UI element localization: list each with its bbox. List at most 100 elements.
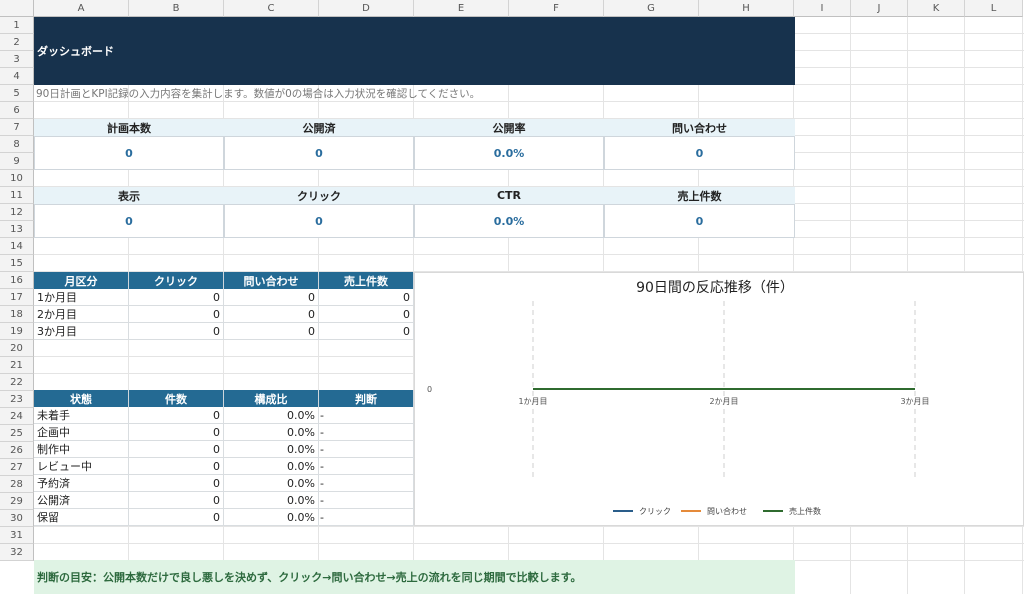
table-cell[interactable]: 0 <box>129 424 224 441</box>
row-header[interactable]: 24 <box>0 408 34 425</box>
column-header[interactable]: D <box>319 0 414 17</box>
kpi-value[interactable]: 0 <box>34 136 224 170</box>
row-header[interactable]: 19 <box>0 323 34 340</box>
table-cell[interactable]: 0.0% <box>224 492 319 509</box>
column-header[interactable]: G <box>604 0 699 17</box>
judgment-note: 判断の目安：公開本数だけで良し悪しを決めず、クリック→問い合わせ→売上の流れを同… <box>34 560 795 594</box>
row-label-cell[interactable]: 公開済 <box>34 492 129 509</box>
row-header[interactable]: 10 <box>0 170 34 187</box>
legend-item[interactable]: クリック <box>613 507 671 516</box>
table-cell[interactable]: 0 <box>129 492 224 509</box>
table-cell[interactable]: 0.0% <box>224 407 319 424</box>
column-header[interactable]: E <box>414 0 509 17</box>
table-cell[interactable]: 0.0% <box>224 509 319 526</box>
table-cell[interactable]: - <box>319 475 414 492</box>
row-label-cell[interactable]: 2か月目 <box>34 306 129 323</box>
table-cell[interactable]: 0 <box>224 306 319 323</box>
row-header[interactable]: 23 <box>0 391 34 408</box>
row-header[interactable]: 22 <box>0 374 34 391</box>
row-header[interactable]: 2 <box>0 34 34 51</box>
row-header[interactable]: 16 <box>0 272 34 289</box>
row-label-cell[interactable]: 1か月目 <box>34 289 129 306</box>
column-header[interactable]: K <box>908 0 965 17</box>
table-cell[interactable]: - <box>319 509 414 526</box>
row-header[interactable]: 28 <box>0 476 34 493</box>
row-label-cell[interactable]: 3か月目 <box>34 323 129 340</box>
kpi-value[interactable]: 0 <box>604 136 795 170</box>
table-cell[interactable]: 0 <box>319 306 414 323</box>
row-header[interactable]: 1 <box>0 17 34 34</box>
row-header[interactable]: 13 <box>0 221 34 238</box>
table-cell[interactable]: 0.0% <box>224 424 319 441</box>
table-cell[interactable]: 0 <box>129 458 224 475</box>
row-header[interactable]: 25 <box>0 425 34 442</box>
legend-item[interactable]: 売上件数 <box>763 506 821 516</box>
row-header[interactable]: 29 <box>0 493 34 510</box>
row-header[interactable]: 11 <box>0 187 34 204</box>
column-header[interactable]: A <box>34 0 129 17</box>
row-header[interactable]: 27 <box>0 459 34 476</box>
table-cell[interactable]: 0.0% <box>224 441 319 458</box>
table-cell[interactable]: 0 <box>129 441 224 458</box>
column-header[interactable]: I <box>794 0 851 17</box>
table-cell[interactable]: - <box>319 492 414 509</box>
kpi-value[interactable]: 0 <box>224 136 414 170</box>
row-header[interactable]: 32 <box>0 544 34 561</box>
row-header[interactable]: 26 <box>0 442 34 459</box>
row-header[interactable]: 8 <box>0 136 34 153</box>
x-tick-label: 3か月目 <box>900 397 929 406</box>
table-cell[interactable]: - <box>319 424 414 441</box>
row-label-cell[interactable]: レビュー中 <box>34 458 129 475</box>
table-cell[interactable]: 0.0% <box>224 458 319 475</box>
table-cell[interactable]: 0 <box>224 289 319 306</box>
table-cell[interactable]: - <box>319 458 414 475</box>
row-label-cell[interactable]: 予約済 <box>34 475 129 492</box>
table-cell[interactable]: 0 <box>319 289 414 306</box>
kpi-value[interactable]: 0.0% <box>414 204 604 238</box>
table-cell[interactable]: 0 <box>319 323 414 340</box>
row-header[interactable]: 30 <box>0 510 34 527</box>
column-header[interactable]: B <box>129 0 224 17</box>
row-header[interactable]: 31 <box>0 527 34 544</box>
kpi-value[interactable]: 0.0% <box>414 136 604 170</box>
row-header[interactable]: 3 <box>0 51 34 68</box>
table-cell[interactable]: 0 <box>129 306 224 323</box>
row-header[interactable]: 14 <box>0 238 34 255</box>
table-cell[interactable]: 0 <box>129 323 224 340</box>
row-label-cell[interactable]: 制作中 <box>34 441 129 458</box>
kpi-value[interactable]: 0 <box>34 204 224 238</box>
column-header[interactable]: C <box>224 0 319 17</box>
select-all-corner[interactable] <box>0 0 34 17</box>
table-cell[interactable]: 0 <box>129 509 224 526</box>
legend-item[interactable]: 問い合わせ <box>681 506 747 516</box>
row-header[interactable]: 17 <box>0 289 34 306</box>
row-header[interactable]: 7 <box>0 119 34 136</box>
table-cell[interactable]: 0 <box>129 407 224 424</box>
kpi-value[interactable]: 0 <box>224 204 414 238</box>
row-label-cell[interactable]: 企画中 <box>34 424 129 441</box>
table-cell[interactable]: 0.0% <box>224 475 319 492</box>
column-header[interactable]: J <box>851 0 908 17</box>
row-header[interactable]: 4 <box>0 68 34 85</box>
table-cell[interactable]: - <box>319 441 414 458</box>
row-header[interactable]: 20 <box>0 340 34 357</box>
row-label-cell[interactable]: 保留 <box>34 509 129 526</box>
row-header[interactable]: 15 <box>0 255 34 272</box>
kpi-value[interactable]: 0 <box>604 204 795 238</box>
row-header[interactable]: 9 <box>0 153 34 170</box>
row-label-cell[interactable]: 未着手 <box>34 407 129 424</box>
row-header[interactable]: 12 <box>0 204 34 221</box>
table-header: 件数 <box>129 390 224 407</box>
column-header[interactable]: H <box>699 0 794 17</box>
table-cell[interactable]: - <box>319 407 414 424</box>
row-header[interactable]: 6 <box>0 102 34 119</box>
table-cell[interactable]: 0 <box>129 475 224 492</box>
column-header[interactable]: L <box>965 0 1023 17</box>
row-header[interactable]: 21 <box>0 357 34 374</box>
column-header[interactable]: F <box>509 0 604 17</box>
table-cell[interactable]: 0 <box>129 289 224 306</box>
reaction-trend-chart[interactable]: 90日間の反応推移（件） 0 1か月目 2か月目 3か月目 クリック 問い合わせ 売上件数 <box>414 272 1024 526</box>
table-cell[interactable]: 0 <box>224 323 319 340</box>
row-header[interactable]: 18 <box>0 306 34 323</box>
row-header[interactable]: 5 <box>0 85 34 102</box>
